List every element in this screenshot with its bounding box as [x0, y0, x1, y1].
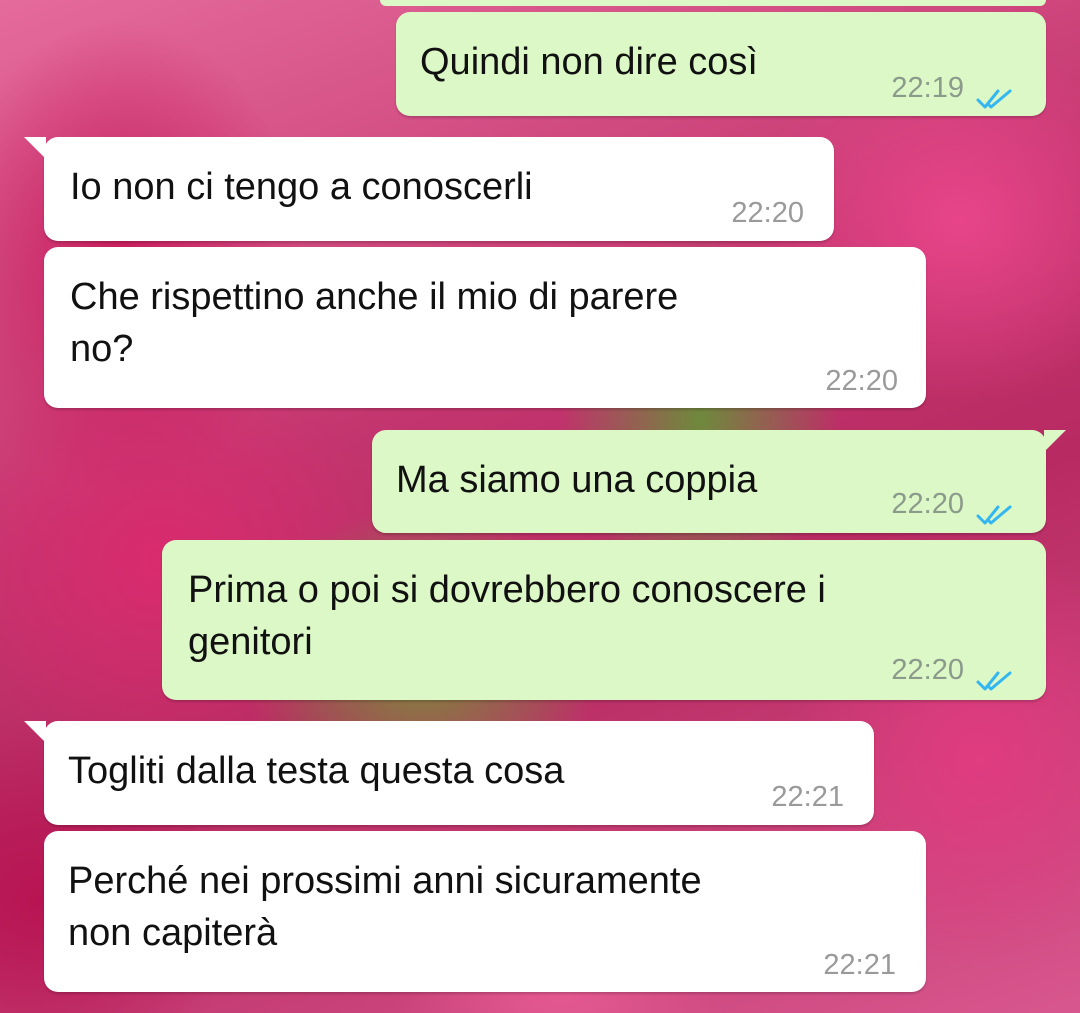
message-bubble-incoming[interactable]: Perché nei prossimi anni sicuramente non… [44, 831, 926, 992]
message-meta: 22:21 [771, 771, 844, 823]
message-time: 22:21 [771, 781, 844, 813]
message-bubble-incoming[interactable]: Che rispettino anche il mio di parere no… [44, 247, 926, 408]
message-text: Quindi non dire così [420, 41, 758, 83]
double-check-icon [974, 658, 1018, 691]
message-meta: 22:21 [823, 939, 896, 991]
message-bubble-incoming[interactable]: Io non ci tengo a conoscerli 22:20 [24, 137, 834, 241]
double-check-icon [974, 492, 1018, 525]
message-meta: 22:19 [891, 62, 1018, 114]
message-bubble-outgoing[interactable]: Ma siamo una coppia 22:20 [372, 430, 1066, 533]
message-bubble-outgoing[interactable]: Quindi non dire così 22:19 [396, 12, 1046, 116]
message-meta: 22:20 [891, 644, 1018, 696]
message-text: Io non ci tengo a conoscerli [70, 166, 533, 208]
message-time: 22:20 [731, 197, 804, 229]
double-check-icon [974, 76, 1018, 109]
message-bubble-outgoing[interactable]: Prima o poi si dovrebbero conoscere i ge… [162, 540, 1046, 700]
previous-message-edge [380, 0, 1046, 6]
message-time: 22:20 [891, 488, 964, 520]
message-text: Togliti dalla testa questa cosa [68, 750, 565, 792]
message-time: 22:19 [891, 72, 964, 104]
message-text: Prima o poi si dovrebbero conoscere i ge… [188, 569, 826, 663]
message-time: 22:20 [825, 365, 898, 397]
message-text: Perché nei prossimi anni sicuramente non… [68, 860, 702, 954]
message-meta: 22:20 [825, 355, 898, 407]
message-time: 22:21 [823, 949, 896, 981]
message-text: Ma siamo una coppia [396, 459, 758, 501]
message-meta: 22:20 [731, 187, 804, 239]
message-text: Che rispettino anche il mio di parere no… [70, 276, 679, 370]
message-time: 22:20 [891, 654, 964, 686]
message-meta: 22:20 [891, 478, 1018, 530]
message-bubble-incoming[interactable]: Togliti dalla testa questa cosa 22:21 [24, 721, 874, 825]
